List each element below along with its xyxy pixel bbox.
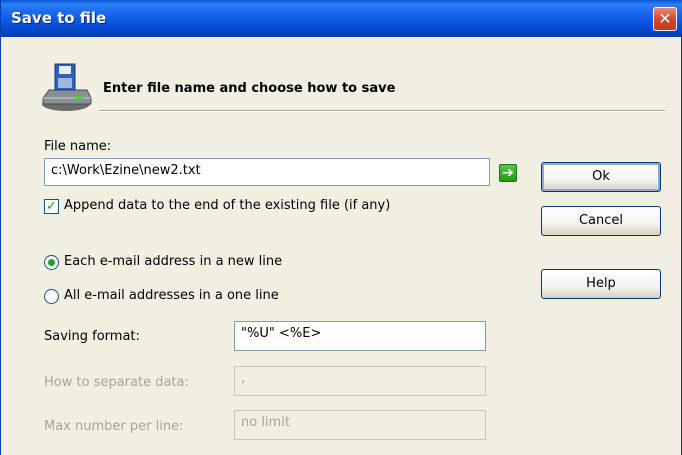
file-name-label: File name: <box>44 139 112 154</box>
file-name-input[interactable]: c:\Work\Ezine\new2.txt <box>44 158 490 186</box>
saving-format-label: Saving format: <box>44 329 140 344</box>
title-bar[interactable]: Save to file ✕ <box>1 0 682 37</box>
radio-one-line-label[interactable]: All e-mail addresses in a one line <box>64 288 279 303</box>
radio-one-line[interactable] <box>44 289 59 304</box>
help-button[interactable]: Help <box>541 269 661 299</box>
header-title: Enter file name and choose how to save <box>103 81 396 96</box>
window-title: Save to file <box>11 9 107 27</box>
browse-arrow-icon[interactable]: ➔ <box>499 164 517 182</box>
append-label[interactable]: Append data to the end of the existing f… <box>64 198 390 213</box>
append-checkbox[interactable]: ✓ <box>44 199 59 214</box>
close-button[interactable]: ✕ <box>653 7 677 31</box>
cancel-button[interactable]: Cancel <box>541 206 661 236</box>
max-per-line-input[interactable]: no limit <box>234 410 486 440</box>
separate-data-label: How to separate data: <box>44 375 189 390</box>
ok-button[interactable]: Ok <box>541 162 661 192</box>
radio-each-line-label[interactable]: Each e-mail address in a new line <box>64 254 282 269</box>
saving-format-input[interactable]: "%U" <%E> <box>234 321 486 351</box>
radio-each-line[interactable] <box>44 255 59 270</box>
save-to-file-dialog: Save to file ✕ Enter file name and choos… <box>0 0 682 455</box>
separate-data-input[interactable]: , <box>234 366 486 396</box>
floppy-disk-drive-icon <box>39 60 93 114</box>
radio-selected-dot <box>48 259 55 266</box>
max-per-line-label: Max number per line: <box>44 419 184 434</box>
header-divider <box>99 110 665 112</box>
